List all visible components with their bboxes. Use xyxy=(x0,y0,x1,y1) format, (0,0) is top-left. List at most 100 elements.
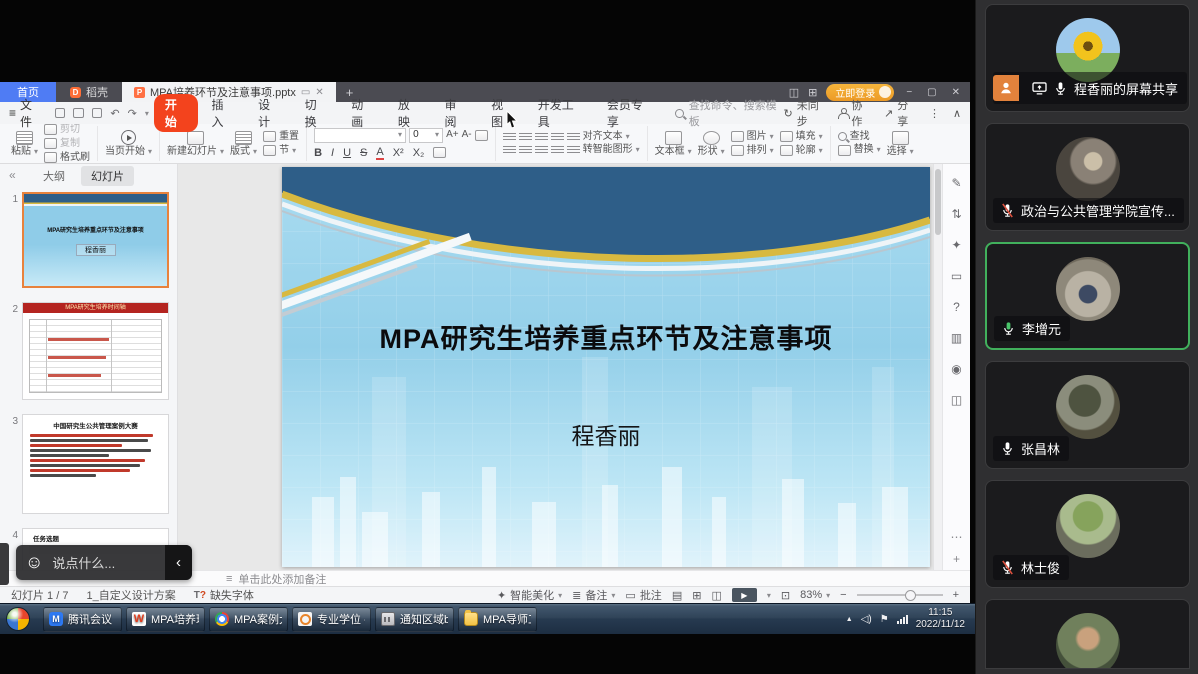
bold-button[interactable]: B xyxy=(314,147,322,159)
save-icon[interactable] xyxy=(55,108,65,118)
emoji-icon[interactable]: ☺ xyxy=(25,552,43,573)
strikethrough-button[interactable]: S xyxy=(360,147,367,159)
justify-icon[interactable] xyxy=(551,146,564,155)
participant-tile-5[interactable]: 林士俊 xyxy=(985,480,1190,588)
find-button[interactable]: 查找 xyxy=(838,132,881,142)
canvas-scrollbar[interactable] xyxy=(933,164,942,570)
zoom-slider-knob[interactable] xyxy=(905,590,916,601)
align-left-icon[interactable] xyxy=(503,146,516,155)
help-icon[interactable]: ? xyxy=(953,300,960,314)
play-options-icon[interactable]: ▾ xyxy=(767,591,771,600)
action-center-icon[interactable]: ⚑ xyxy=(880,614,889,625)
italic-button[interactable]: I xyxy=(331,147,334,159)
section-button[interactable]: 节▾ xyxy=(263,145,299,156)
minimize-button[interactable]: − xyxy=(903,87,915,98)
select-button[interactable]: 选择▾ xyxy=(887,131,914,157)
slide-thumbnail-1[interactable]: MPA研究生培养重点环节及注意事项 程香丽 xyxy=(22,192,169,288)
taskbar-item-browser-doc[interactable]: 专业学位 - E... xyxy=(292,607,371,632)
view-normal-icon[interactable]: ▤ xyxy=(672,589,682,602)
taskbar-item-chrome[interactable]: MPA案例大... xyxy=(209,607,288,632)
export-icon[interactable]: ▥ xyxy=(951,331,962,345)
more-menu-icon[interactable]: ⋮ xyxy=(929,107,940,120)
quickbar-dropdown-icon[interactable]: ▾ xyxy=(142,109,152,118)
slide-thumbnail-2[interactable]: MPA研究生培养时间轴 xyxy=(22,302,169,400)
view-sorter-icon[interactable]: ⊞ xyxy=(692,589,701,602)
subscript-button[interactable]: X₂ xyxy=(413,147,425,159)
zoom-level[interactable]: 83%▾ xyxy=(800,589,830,601)
paste-button[interactable]: 粘贴▾ xyxy=(11,131,38,157)
sync-status[interactable]: ↻未同步 xyxy=(784,97,826,129)
tab-slides[interactable]: 幻灯片 xyxy=(81,166,134,186)
comment-panel-icon[interactable]: ▭ xyxy=(951,269,962,283)
chat-input[interactable]: 说点什么... xyxy=(52,553,165,572)
outline-button[interactable]: 轮廓▾ xyxy=(780,145,823,156)
picture-button[interactable]: 图片▾ xyxy=(731,131,774,142)
cut-button[interactable]: 剪切 xyxy=(44,124,90,135)
beautify-icon[interactable]: ✦ xyxy=(951,238,961,252)
taskbar-clock[interactable]: 11:15 2022/11/12 xyxy=(916,607,965,631)
align-center-icon[interactable] xyxy=(519,146,532,155)
comments-button[interactable]: ▭批注 xyxy=(625,587,661,603)
collapse-sidebar-icon[interactable]: « xyxy=(9,168,16,182)
reading-icon[interactable]: ◫ xyxy=(951,393,962,407)
menu-tab-home[interactable]: 开始 xyxy=(154,94,199,132)
menu-tab-transition[interactable]: 切换 xyxy=(294,94,339,132)
command-search[interactable]: 查找命令、搜索模板 xyxy=(675,97,781,129)
fill-button[interactable]: 填充▾ xyxy=(780,131,823,142)
menu-tab-review[interactable]: 审阅 xyxy=(434,94,479,132)
menu-tab-animation[interactable]: 动画 xyxy=(340,94,385,132)
network-signal-icon[interactable] xyxy=(897,615,908,624)
beautify-button[interactable]: ✦智能美化▾ xyxy=(497,587,562,603)
strip-add-icon[interactable]: + xyxy=(953,552,960,566)
numbering-icon[interactable] xyxy=(519,133,532,142)
new-slide-button[interactable]: 新建幻灯片▾ xyxy=(167,131,224,157)
design-scheme[interactable]: 1_自定义设计方案 xyxy=(86,587,175,603)
redo-icon[interactable]: ↷ xyxy=(125,107,140,120)
play-from-current-button[interactable]: 当页开始▾ xyxy=(105,130,152,157)
close-button[interactable]: ✕ xyxy=(949,87,963,98)
missing-font-warning[interactable]: T? 缺失字体 xyxy=(194,587,254,603)
underline-button[interactable]: U xyxy=(343,147,351,159)
decrease-indent-icon[interactable] xyxy=(535,133,548,142)
strip-more-icon[interactable]: ⋯ xyxy=(951,530,963,544)
menu-tab-design[interactable]: 设计 xyxy=(247,94,292,132)
view-reading-icon[interactable]: ◫ xyxy=(711,589,721,602)
taskbar-item-notify-tool[interactable]: 通知区域bk xyxy=(375,607,454,632)
line-spacing-icon[interactable] xyxy=(567,146,580,155)
reset-button[interactable]: 重置 xyxy=(263,131,299,142)
tab-outline[interactable]: 大纲 xyxy=(43,168,65,184)
preview-icon[interactable] xyxy=(92,108,102,118)
meeting-chat-bar[interactable]: ☺ 说点什么... ‹ xyxy=(16,545,192,580)
properties-icon[interactable]: ⇅ xyxy=(951,207,961,221)
participant-tile-3[interactable]: 李增元 xyxy=(985,242,1190,350)
file-menu[interactable]: ≡ 文件 xyxy=(9,96,42,130)
start-button[interactable] xyxy=(6,607,30,631)
undo-icon[interactable]: ↶ xyxy=(107,107,122,120)
align-text-button[interactable]: 对齐文本▾ xyxy=(583,132,630,142)
participant-tile-6[interactable] xyxy=(985,599,1190,669)
align-right-icon[interactable] xyxy=(535,146,548,155)
collapse-chat-button[interactable]: ‹ xyxy=(165,545,192,580)
scrollbar-thumb[interactable] xyxy=(935,169,941,235)
share-button[interactable]: ↗分享 xyxy=(884,97,916,129)
font-color-button[interactable]: A xyxy=(376,146,383,160)
taskbar-item-folder[interactable]: MPA导师工... xyxy=(458,607,537,632)
text-direction-icon[interactable] xyxy=(567,133,580,142)
restore-button[interactable]: ▢ xyxy=(924,87,939,98)
zoom-slider[interactable] xyxy=(857,594,943,596)
volume-icon[interactable]: ◁) xyxy=(861,614,872,625)
participant-tile-2[interactable]: 政治与公共管理学院宣传... xyxy=(985,123,1190,231)
slide-canvas[interactable]: MPA研究生培养重点环节及注意事项 程香丽 xyxy=(178,164,933,570)
shapes-button[interactable]: 形状▾ xyxy=(698,131,725,157)
current-slide[interactable]: MPA研究生培养重点环节及注意事项 程香丽 xyxy=(282,167,930,567)
slide-thumbnail-3[interactable]: 中国研究生公共管理案例大赛 xyxy=(22,414,169,514)
format-painter-button[interactable]: 格式刷 xyxy=(44,152,90,163)
replace-button[interactable]: 替换▾ xyxy=(838,145,881,156)
notes-button[interactable]: ≣备注▾ xyxy=(572,587,615,603)
tray-expand-icon[interactable]: ▲ xyxy=(846,616,853,623)
zoom-out-icon[interactable]: − xyxy=(840,589,846,601)
quick-edit-icon[interactable]: ✎ xyxy=(951,176,961,190)
participant-tile-4[interactable]: 张昌林 xyxy=(985,361,1190,469)
layout-button[interactable]: 版式▾ xyxy=(230,131,257,157)
fit-window-icon[interactable]: ⊡ xyxy=(781,589,790,602)
